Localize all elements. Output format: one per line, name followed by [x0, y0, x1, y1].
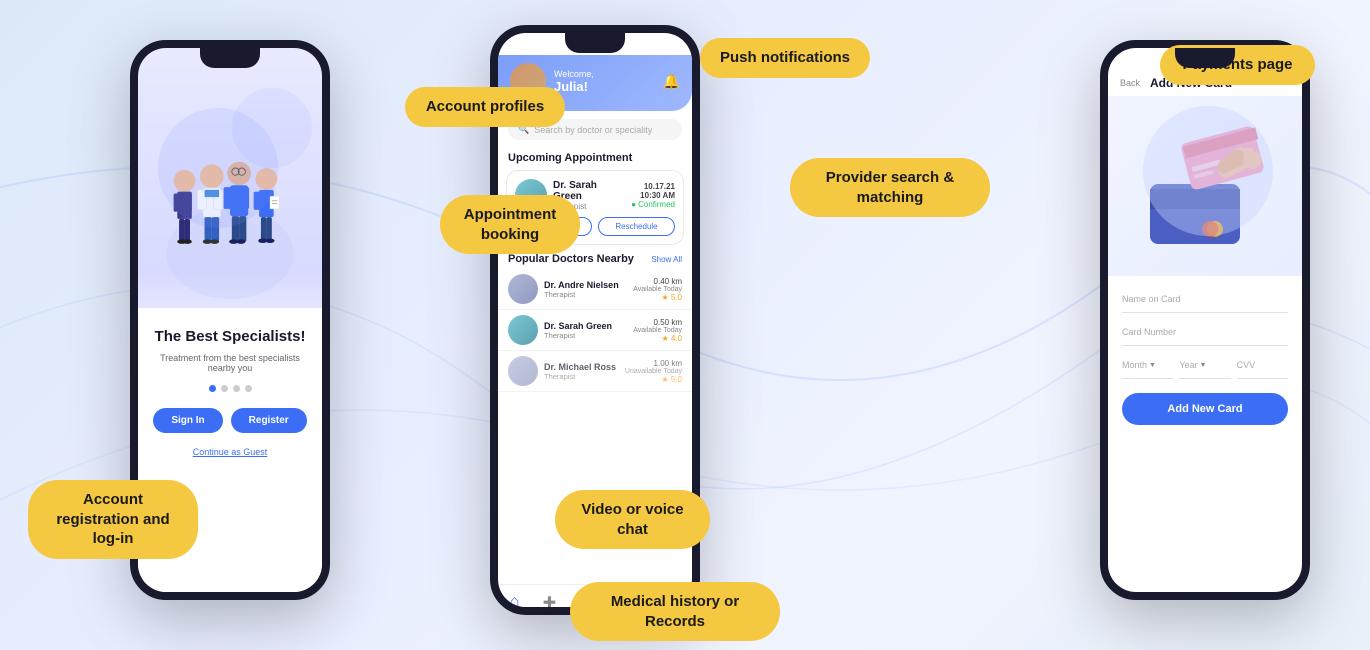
phone2-welcome-area: Welcome, Julia! [546, 69, 663, 94]
doc1-meta: 0.40 km Available Today ★ 5.0 [633, 277, 682, 302]
upcoming-title: Upcoming Appointment [498, 148, 692, 170]
doc3-spec: Therapist [544, 372, 619, 381]
doc3-availability: Unavailable Today [625, 368, 682, 375]
doc1-spec: Therapist [544, 290, 627, 299]
month-field[interactable]: Month ▼ [1122, 352, 1173, 379]
signin-button[interactable]: Sign In [153, 408, 222, 433]
doc1-name: Dr. Andre Nielsen [544, 280, 627, 290]
account-registration-label: Account registration and log-in [28, 480, 198, 559]
briefcase-nav-icon[interactable]: ✚ [543, 593, 556, 613]
illustration-bg [1143, 106, 1273, 236]
card-number-field[interactable]: Card Number [1122, 319, 1288, 346]
phone2-notch [565, 33, 625, 53]
user-name: Julia! [554, 79, 663, 94]
card-form: Name on Card Card Number Month ▼ Year ▼ [1108, 276, 1302, 435]
doc3-rating: ★ 5.0 [625, 375, 682, 384]
cvv-label: CVV [1237, 360, 1288, 370]
doc3-avatar [508, 356, 538, 386]
phone1-subtitle: Treatment from the best specialists near… [153, 353, 307, 373]
doctor-item-1[interactable]: Dr. Andre Nielsen Therapist 0.40 km Avai… [498, 269, 692, 310]
home-nav-icon[interactable]: ⌂ [510, 593, 520, 613]
doc3-info: Dr. Michael Ross Therapist [544, 362, 619, 381]
doctor-item-3[interactable]: Dr. Michael Ross Therapist 1.00 km Unava… [498, 351, 692, 392]
continue-guest-link[interactable]: Continue as Guest [193, 447, 268, 457]
year-dropdown-arrow: ▼ [1200, 362, 1207, 369]
doc2-distance: 0.50 km [633, 318, 682, 327]
doc1-avatar [508, 274, 538, 304]
doc1-info: Dr. Andre Nielsen Therapist [544, 280, 627, 299]
year-label: Year ▼ [1179, 360, 1230, 370]
name-label: Name on Card [1122, 294, 1288, 304]
appointment-booking-label: Appointment booking [440, 195, 580, 254]
phone1-buttons: Sign In Register [153, 408, 307, 433]
phone1-pagination [209, 385, 252, 392]
search-placeholder: Search by doctor or speciality [534, 125, 652, 135]
doc2-avatar [508, 315, 538, 345]
doc2-name: Dr. Sarah Green [544, 321, 627, 331]
cvv-field[interactable]: CVV [1237, 352, 1288, 379]
doc1-availability: Available Today [633, 286, 682, 293]
appointment-status: ● Confirmed [631, 200, 675, 209]
card-number-label: Card Number [1122, 327, 1288, 337]
show-all-link[interactable]: Show All [651, 255, 682, 264]
reschedule-button[interactable]: Reschedule [598, 217, 675, 236]
deco-circle-2 [232, 88, 312, 168]
confirmed-text: Confirmed [638, 200, 675, 209]
dot-2 [221, 385, 228, 392]
register-button[interactable]: Register [231, 408, 307, 433]
doctor-item-2[interactable]: Dr. Sarah Green Therapist 0.50 km Availa… [498, 310, 692, 351]
appointment-time-value: 10:30 AM [631, 191, 675, 200]
nearby-title: Popular Doctors Nearby [508, 253, 634, 265]
add-new-card-button[interactable]: Add New Card [1122, 393, 1288, 425]
month-label: Month ▼ [1122, 360, 1173, 370]
month-dropdown-arrow: ▼ [1149, 362, 1156, 369]
phone1-title: The Best Specialists! [155, 328, 306, 345]
doc2-availability: Available Today [633, 327, 682, 334]
phone3-notch [1175, 48, 1235, 68]
doc3-distance: 1.00 km [625, 359, 682, 368]
doc3-name: Dr. Michael Ross [544, 362, 619, 372]
phone3-screen: Back Add New Card [1108, 48, 1302, 600]
phone1-notch [200, 48, 260, 68]
dot-4 [245, 385, 252, 392]
confirmed-dot: ● [631, 200, 636, 209]
doc2-info: Dr. Sarah Green Therapist [544, 321, 627, 340]
dot-active [209, 385, 216, 392]
welcome-text: Welcome, [554, 69, 663, 79]
doc1-rating: ★ 5.0 [633, 293, 682, 302]
doc2-meta: 0.50 km Available Today ★ 4.0 [633, 318, 682, 343]
dot-3 [233, 385, 240, 392]
video-voice-label: Video or voice chat [555, 490, 710, 549]
phone-3: Back Add New Card [1100, 40, 1310, 600]
card-illustration-area [1108, 96, 1302, 276]
appointment-time: 10.17.21 10:30 AM ● Confirmed [631, 182, 675, 209]
year-field[interactable]: Year ▼ [1179, 352, 1230, 379]
doc3-meta: 1.00 km Unavailable Today ★ 5.0 [625, 359, 682, 384]
back-button[interactable]: Back [1120, 78, 1140, 88]
expiry-cvv-row: Month ▼ Year ▼ CVV [1122, 352, 1288, 379]
doc2-spec: Therapist [544, 331, 627, 340]
name-field[interactable]: Name on Card [1122, 286, 1288, 313]
medical-history-label: Medical history or Records [570, 582, 780, 641]
doc2-rating: ★ 4.0 [633, 334, 682, 343]
appointment-date: 10.17.21 [631, 182, 675, 191]
notification-icon[interactable]: 🔔 [663, 73, 680, 90]
provider-search-label: Provider search & matching [790, 158, 990, 217]
push-notifications-label: Push notifications [700, 38, 870, 78]
account-profiles-label: Account profiles [405, 87, 565, 127]
doc1-distance: 0.40 km [633, 277, 682, 286]
